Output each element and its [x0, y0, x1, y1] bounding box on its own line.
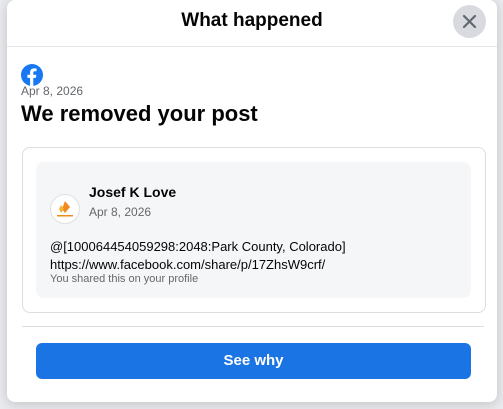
notice-date: Apr 8, 2026 [21, 84, 84, 98]
post-body: @[100064454059298:2048:Park County, Colo… [50, 238, 346, 274]
see-why-button[interactable]: See why [36, 343, 471, 379]
avatar-logo-icon [57, 201, 73, 217]
post-text-line-2[interactable]: https://www.facebook.com/share/p/17ZhsW9… [50, 256, 346, 274]
removal-dialog: What happened Apr 8, 2026 We removed you… [7, 0, 497, 402]
divider [22, 326, 484, 327]
post-date: Apr 8, 2026 [89, 205, 152, 219]
removed-post-card: Josef K Love Apr 8, 2026 @[1000644540592… [22, 147, 486, 313]
avatar [50, 194, 80, 224]
post-share-note: You shared this on your profile [50, 273, 199, 285]
close-icon [462, 14, 477, 29]
post-text-line-1: @[100064454059298:2048:Park County, Colo… [50, 239, 346, 254]
facebook-logo-icon [21, 64, 43, 86]
dialog-header: What happened [7, 0, 497, 47]
notice-heading: We removed your post [21, 101, 258, 126]
dialog-title: What happened [181, 10, 323, 31]
post-author-name[interactable]: Josef K Love [89, 184, 176, 200]
close-button[interactable] [453, 5, 486, 38]
post-preview: Josef K Love Apr 8, 2026 @[1000644540592… [36, 162, 471, 298]
